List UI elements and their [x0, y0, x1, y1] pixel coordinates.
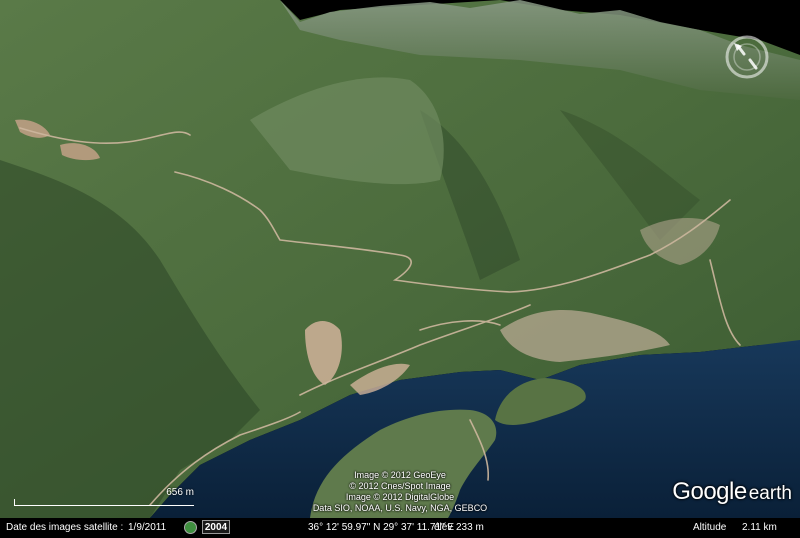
- clock-globe-icon[interactable]: [184, 521, 197, 534]
- elevation-value: 233 m: [456, 522, 484, 533]
- imagery-attribution: Image © 2012 GeoEye © 2012 Cnes/Spot Ima…: [300, 470, 500, 514]
- scale-bar: 656 m: [14, 487, 194, 508]
- status-bar: Date des images satellite : 1/9/2011 200…: [0, 518, 800, 538]
- google-earth-logo: Google earth: [672, 478, 792, 506]
- cursor-coordinates: 36° 12' 59.97" N 29° 37' 11.71" E: [308, 522, 455, 533]
- imagery-date-label: Date des images satellite :: [6, 522, 124, 533]
- scale-bar-line: [14, 499, 194, 506]
- satellite-terrain-view[interactable]: [0, 0, 800, 538]
- historical-imagery-year[interactable]: 2004: [202, 520, 230, 534]
- compass-rose-icon[interactable]: [724, 34, 770, 80]
- elevation-label: élév: [434, 522, 453, 533]
- scale-bar-label: 656 m: [166, 487, 194, 498]
- altitude-value: 2.11 km: [742, 522, 777, 533]
- attribution-line: Image © 2012 DigitalGlobe: [345, 492, 455, 502]
- logo-brand: Google: [672, 478, 747, 505]
- logo-product: earth: [748, 483, 792, 504]
- altitude-label: Altitude: [693, 522, 727, 533]
- attribution-line: © 2012 Cnes/Spot Image: [349, 481, 451, 491]
- attribution-line: Data SIO, NOAA, U.S. Navy, NGA, GEBCO: [312, 503, 488, 513]
- navigation-control[interactable]: [724, 34, 770, 80]
- imagery-date: 1/9/2011: [128, 522, 167, 533]
- attribution-line: Image © 2012 GeoEye: [354, 470, 446, 480]
- map-viewport[interactable]: Image © 2012 GeoEye © 2012 Cnes/Spot Ima…: [0, 0, 800, 538]
